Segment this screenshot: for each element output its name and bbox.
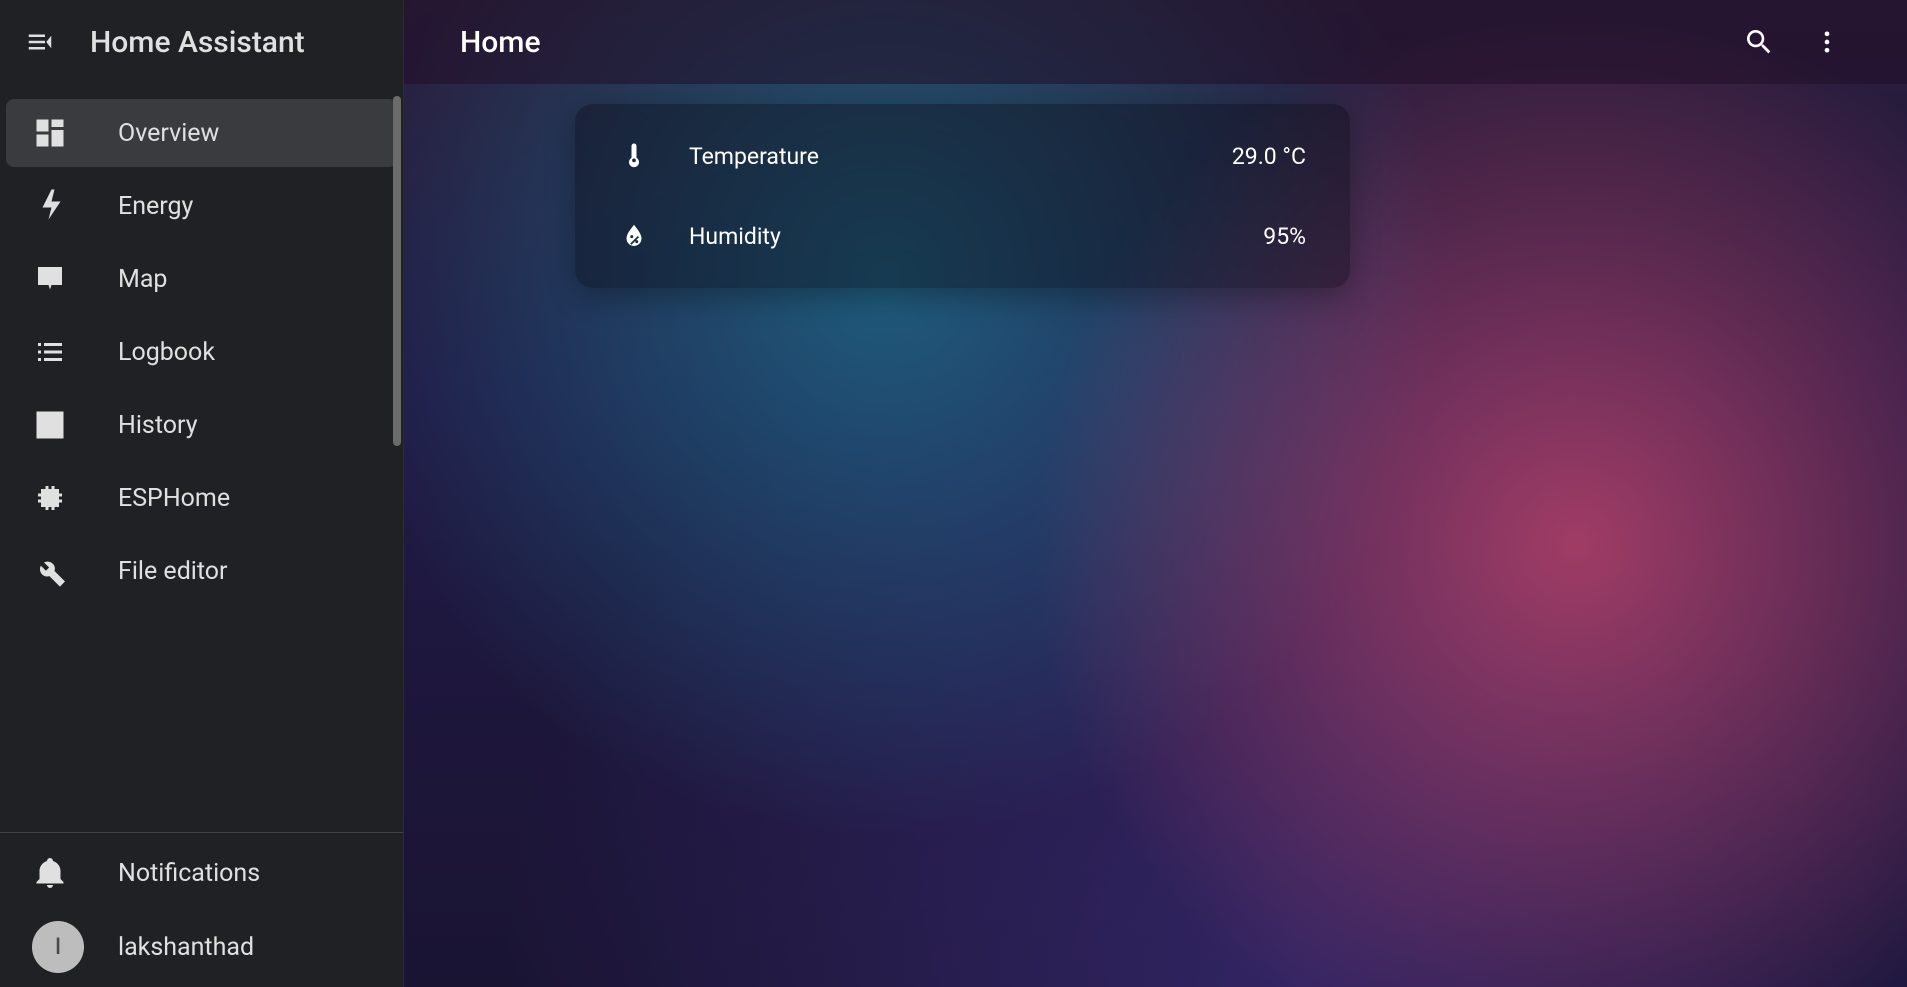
avatar-initial: l <box>55 935 61 960</box>
wrench-icon <box>32 553 68 589</box>
entity-row-humidity[interactable]: Humidity 95% <box>575 196 1350 276</box>
app-root: Home Assistant Overview Energy Map Logbo… <box>0 0 1907 987</box>
sidebar-item-file-editor[interactable]: File editor <box>6 537 397 605</box>
humidity-icon <box>619 221 649 251</box>
entity-name: Humidity <box>689 223 781 250</box>
search-icon <box>1743 26 1775 58</box>
sidebar-item-label: ESPHome <box>118 484 230 513</box>
entity-name: Temperature <box>689 143 819 170</box>
list-icon <box>32 334 68 370</box>
search-button[interactable] <box>1735 18 1783 66</box>
entity-row-temperature[interactable]: Temperature 29.0 °C <box>575 116 1350 196</box>
sidebar-item-label: Logbook <box>118 338 215 367</box>
sidebar-item-esphome[interactable]: ESPHome <box>6 464 397 532</box>
bolt-icon <box>32 188 68 224</box>
avatar: l <box>32 921 84 973</box>
entity-value: 95% <box>1263 223 1306 250</box>
collapse-sidebar-button[interactable] <box>20 22 60 62</box>
sidebar: Home Assistant Overview Energy Map Logbo… <box>0 0 404 987</box>
thermometer-icon <box>619 141 649 171</box>
sidebar-item-map[interactable]: Map <box>6 245 397 313</box>
overflow-menu-button[interactable] <box>1803 18 1851 66</box>
topbar: Home <box>404 0 1907 84</box>
chart-box-icon <box>32 407 68 443</box>
sidebar-item-label: Map <box>118 265 167 294</box>
sidebar-footer: Notifications l lakshanthad <box>0 833 403 987</box>
sidebar-item-history[interactable]: History <box>6 391 397 459</box>
chip-icon <box>32 480 68 516</box>
menu-open-icon <box>25 27 55 57</box>
dashboard-icon <box>32 115 68 151</box>
dots-vertical-icon <box>1813 28 1841 56</box>
page-title: Home <box>460 25 541 60</box>
sidebar-item-label: Overview <box>118 119 219 148</box>
content: Temperature 29.0 °C Humidity 95% <box>404 84 1907 308</box>
sidebar-item-label: Energy <box>118 192 193 221</box>
app-title: Home Assistant <box>90 25 305 60</box>
entities-card: Temperature 29.0 °C Humidity 95% <box>575 104 1350 288</box>
bell-icon <box>32 855 68 891</box>
sidebar-item-notifications[interactable]: Notifications <box>6 839 397 907</box>
sidebar-header: Home Assistant <box>0 0 403 84</box>
user-name: lakshanthad <box>118 933 254 962</box>
sidebar-item-energy[interactable]: Energy <box>6 172 397 240</box>
sidebar-item-logbook[interactable]: Logbook <box>6 318 397 386</box>
entity-value: 29.0 °C <box>1232 143 1306 170</box>
map-pin-icon <box>32 261 68 297</box>
main: Home Temperature 29.0 °C Humidity <box>404 0 1907 987</box>
sidebar-item-label: Notifications <box>118 859 260 888</box>
sidebar-nav: Overview Energy Map Logbook History ESPH… <box>0 84 403 832</box>
sidebar-item-label: History <box>118 411 198 440</box>
sidebar-item-label: File editor <box>118 557 228 586</box>
sidebar-item-user[interactable]: l lakshanthad <box>6 913 397 981</box>
sidebar-item-overview[interactable]: Overview <box>6 99 397 167</box>
